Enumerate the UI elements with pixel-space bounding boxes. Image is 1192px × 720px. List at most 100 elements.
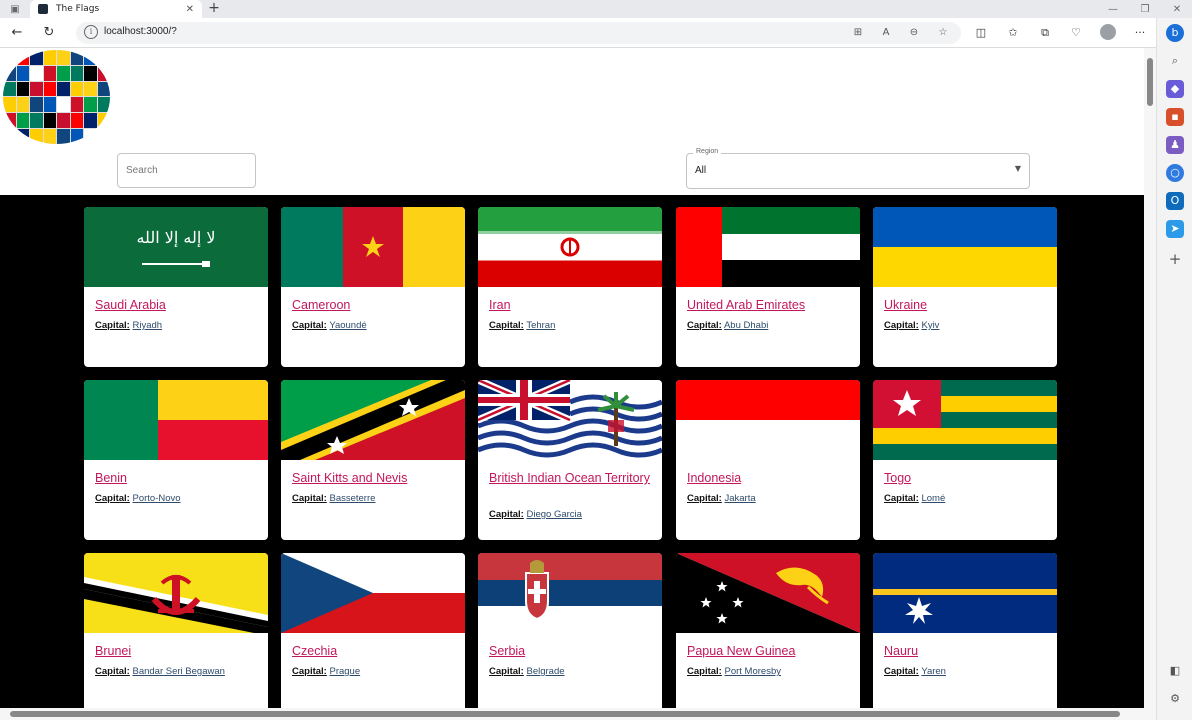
country-card[interactable]: Papua New Guinea Capital: Port Moresby [676,553,860,708]
globe-tile [30,50,43,65]
read-aloud-icon[interactable]: A [879,26,893,40]
profile-avatar[interactable] [1100,24,1116,40]
globe-tile [3,129,16,144]
search-input[interactable] [126,162,246,178]
region-select[interactable]: Region All ▼ [686,148,1030,189]
search-field[interactable] [117,153,256,188]
tab-actions-icon[interactable]: ▣ [0,0,30,18]
country-name-link[interactable]: Nauru [884,643,1049,659]
back-icon[interactable]: ← [8,24,26,42]
flag-british-indian-ocean-territory[interactable] [478,380,662,460]
flag-benin[interactable] [84,380,268,460]
country-card[interactable]: ﻻ إله إلا الله Saudi Arabia Capital: Riy… [84,207,268,367]
browser-essentials-icon[interactable]: ♡ [1067,24,1085,42]
country-name-link[interactable]: Cameroon [292,297,457,313]
refresh-icon[interactable]: ↻ [40,24,58,42]
flag-nauru[interactable] [873,553,1057,633]
shopping-icon[interactable]: ◆ [1166,80,1184,98]
country-card[interactable]: Nauru Capital: Yaren [873,553,1057,708]
country-name-link[interactable]: Indonesia [687,470,852,486]
country-name-link[interactable]: Serbia [489,643,654,659]
country-card[interactable]: Brunei Capital: Bandar Seri Begawan [84,553,268,708]
globe-tile [3,65,16,81]
country-card[interactable]: United Arab Emirates Capital: Abu Dhabi [676,207,860,367]
flag-cameroon[interactable] [281,207,465,287]
flag-ukraine[interactable] [873,207,1057,287]
country-name-link[interactable]: Czechia [292,643,457,659]
flag-papua-new-guinea[interactable] [676,553,860,633]
vertical-scroll-thumb[interactable] [1147,58,1153,106]
flag-united-arab-emirates[interactable] [676,207,860,287]
browser-tab[interactable]: The Flags ✕ [30,0,202,18]
copilot-icon[interactable]: b [1166,24,1184,42]
countries-grid: ﻻ إله إلا الله Saudi Arabia Capital: Riy… [0,195,1144,708]
close-tab-icon[interactable]: ✕ [186,4,194,15]
address-bar[interactable]: i localhost:3000/? ⊞ A ⊖ ☆ [76,22,961,44]
capital-value: Port Moresby [724,666,781,677]
horizontal-scroll-thumb[interactable] [10,711,1120,717]
microsoft365-icon[interactable]: ○ [1166,164,1184,182]
country-name-link[interactable]: Papua New Guinea [687,643,852,659]
chevron-down-icon[interactable]: ▼ [1015,164,1021,173]
country-card[interactable]: British Indian Ocean Territory Capital: … [478,380,662,540]
country-card[interactable]: Togo Capital: Lomé [873,380,1057,540]
vertical-scrollbar[interactable] [1144,48,1156,708]
country-name-link[interactable]: British Indian Ocean Territory [489,470,654,486]
hide-sidebar-icon[interactable]: ◧ [1166,662,1184,680]
flag-saudi-arabia[interactable]: ﻻ إله إلا الله [84,207,268,287]
country-card[interactable]: Benin Capital: Porto-Novo [84,380,268,540]
country-name-link[interactable]: Togo [884,470,1049,486]
outlook-icon[interactable]: O [1166,192,1184,210]
country-card[interactable]: Iran Capital: Tehran [478,207,662,367]
region-value[interactable]: All [695,165,706,176]
country-name-link[interactable]: Brunei [95,643,260,659]
country-name-link[interactable]: Iran [489,297,654,313]
country-name-link[interactable]: Saint Kitts and Nevis [292,470,457,486]
flag-saint-kitts-and-nevis[interactable] [281,380,465,460]
country-card[interactable]: Czechia Capital: Prague [281,553,465,708]
country-name-link[interactable]: United Arab Emirates [687,297,852,313]
restore-icon[interactable]: ❐ [1130,0,1160,18]
country-card[interactable]: Ukraine Capital: Kyiv [873,207,1057,367]
favorite-star-icon[interactable]: ☆ [936,26,950,40]
close-window-icon[interactable]: ✕ [1162,0,1192,18]
url-text[interactable]: localhost:3000/? [104,26,177,37]
country-card[interactable]: Indonesia Capital: Jakarta [676,380,860,540]
app-available-icon[interactable]: ⊞ [851,26,865,40]
games-icon[interactable]: ♟ [1166,136,1184,154]
horizontal-scrollbar[interactable] [0,708,1156,720]
flag-serbia[interactable] [478,553,662,633]
drop-icon[interactable]: ➤ [1166,220,1184,238]
globe-tile [97,113,110,129]
flag-brunei[interactable] [84,553,268,633]
flag-indonesia[interactable] [676,380,860,460]
capital-label: Capital: [292,666,327,677]
flag-iran[interactable] [478,207,662,287]
split-screen-icon[interactable]: ◫ [972,24,990,42]
country-card[interactable]: Cameroon Capital: Yaoundé [281,207,465,367]
flag-togo[interactable] [873,380,1057,460]
country-name-link[interactable]: Ukraine [884,297,1049,313]
tools-icon[interactable]: ▪ [1166,108,1184,126]
favorites-icon[interactable]: ✩ [1004,24,1022,42]
capital-label: Capital: [687,666,722,677]
site-info-icon[interactable]: i [84,25,98,39]
country-card[interactable]: Serbia Capital: Belgrade [478,553,662,708]
browser-titlebar: ▣ The Flags ✕ + — ❐ ✕ [0,0,1192,18]
tab-title: The Flags [56,4,100,14]
capital-label: Capital: [95,666,130,677]
search-sidebar-icon[interactable]: ⌕ [1166,52,1184,70]
sidebar-settings-icon[interactable]: ⚙ [1166,690,1184,708]
new-tab-icon[interactable]: + [205,0,223,18]
capital-label: Capital: [292,320,327,331]
more-menu-icon[interactable]: ··· [1131,24,1149,42]
country-name-link[interactable]: Saudi Arabia [95,297,260,313]
country-name-link[interactable]: Benin [95,470,260,486]
country-card[interactable]: Saint Kitts and Nevis Capital: Basseterr… [281,380,465,540]
region-label: Region [693,148,722,155]
add-sidebar-icon[interactable]: + [1166,250,1184,268]
minimize-icon[interactable]: — [1098,0,1128,18]
flag-czechia[interactable] [281,553,465,633]
collections-icon[interactable]: ⧉ [1036,24,1054,42]
zoom-icon[interactable]: ⊖ [907,26,921,40]
